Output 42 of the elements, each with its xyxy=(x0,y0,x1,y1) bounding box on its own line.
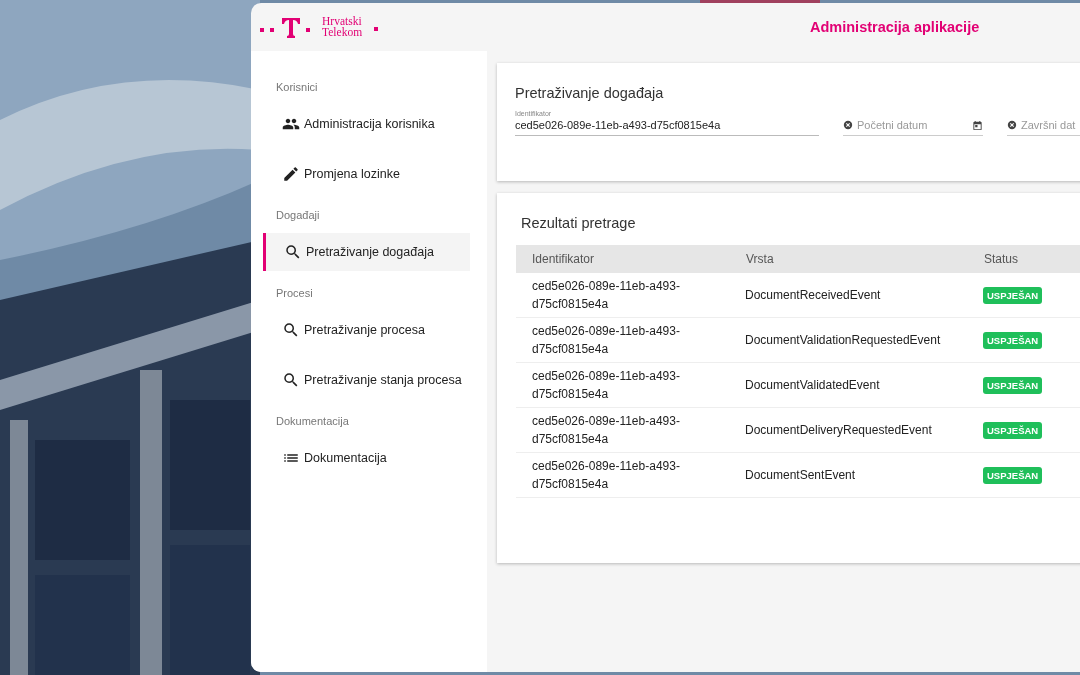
clear-icon[interactable] xyxy=(1007,120,1017,130)
table-cell: DocumentSentEvent xyxy=(745,452,983,498)
column-header: Identifikator xyxy=(516,245,745,273)
table-cell: ced5e026-089e-11eb-a493-d75cf0815e4a xyxy=(516,407,745,453)
calendar-icon[interactable] xyxy=(972,119,983,131)
column-header: Status xyxy=(983,245,1080,273)
search-icon xyxy=(282,371,300,389)
search-icon xyxy=(284,243,302,261)
brand-name: Hrvatski Telekom xyxy=(322,16,364,38)
sidebar-section-title: Procesi xyxy=(275,287,314,299)
sidebar-item[interactable]: Administracija korisnika xyxy=(263,105,470,143)
table-cell: ced5e026-089e-11eb-a493-d75cf0815e4a xyxy=(516,452,745,498)
identifier-field[interactable]: ced5e026-089e-11eb-a493-d75cf0815e4a xyxy=(515,117,819,136)
sidebar-item[interactable]: Dokumentacija xyxy=(263,439,470,477)
pencil-icon xyxy=(282,165,300,183)
clear-icon[interactable] xyxy=(843,120,853,130)
table-cell: ced5e026-089e-11eb-a493-d75cf0815e4a xyxy=(516,317,745,363)
date-field[interactable]: Završni dat xyxy=(1017,117,1080,133)
status-badge: USPJEŠAN xyxy=(983,286,1043,304)
sidebar-item[interactable]: Pretraživanje procesa xyxy=(263,311,470,349)
search-icon xyxy=(282,321,300,339)
table-cell: DocumentValidatedEvent xyxy=(745,362,983,408)
sidebar-item[interactable]: Pretraživanje događaja xyxy=(263,233,470,271)
status-badge: USPJEŠAN xyxy=(983,421,1043,439)
sidebar-section-title: Korisnici xyxy=(275,81,319,93)
table-cell: DocumentValidationRequestedEvent xyxy=(745,317,983,363)
app-title: Administracija aplikacije xyxy=(810,19,980,35)
sidebar-item[interactable]: Promjena lozinke xyxy=(263,155,470,193)
table-cell: DocumentReceivedEvent xyxy=(745,273,983,318)
sidebar-section-title: Dokumentacija xyxy=(275,415,350,427)
column-header: Vrsta xyxy=(745,245,983,273)
sidebar-section-title: Događaji xyxy=(275,209,321,221)
status-badge: USPJEŠAN xyxy=(983,376,1043,394)
card-title: Rezultati pretrage xyxy=(521,215,637,231)
sidebar-item[interactable]: Pretraživanje stanja procesa xyxy=(263,361,470,399)
card-title: Pretraživanje događaja xyxy=(515,85,665,101)
table-cell: ced5e026-089e-11eb-a493-d75cf0815e4a xyxy=(516,273,745,318)
table-cell: ced5e026-089e-11eb-a493-d75cf0815e4a xyxy=(516,362,745,408)
status-badge: USPJEŠAN xyxy=(983,331,1043,349)
table-cell: DocumentDeliveryRequestedEvent xyxy=(745,407,983,453)
date-field[interactable]: Početni datum xyxy=(853,117,972,133)
status-badge: USPJEŠAN xyxy=(983,466,1043,484)
